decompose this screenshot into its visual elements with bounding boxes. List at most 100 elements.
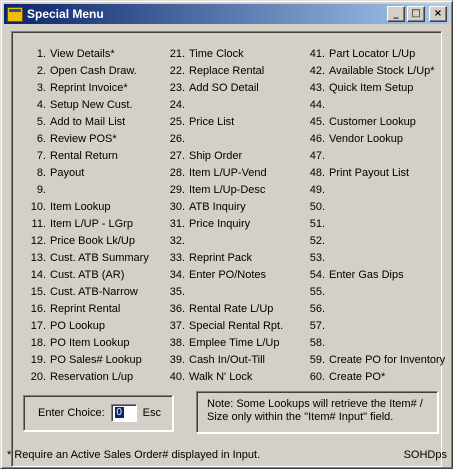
menu-item[interactable]: 9.	[26, 182, 162, 199]
menu-item-label: Print Payout List	[329, 167, 410, 179]
app-icon	[7, 6, 23, 22]
menu-item-label: Price List	[189, 116, 235, 128]
footnote-text: * Require an Active Sales Order# display…	[7, 449, 261, 461]
menu-item-label: Replace Rental	[189, 65, 265, 77]
menu-item-number: 24.	[169, 99, 185, 111]
menu-item[interactable]: 22. Replace Rental	[167, 63, 307, 80]
menu-item[interactable]: 55.	[307, 284, 447, 301]
menu-item[interactable]: 17. PO Lookup	[26, 318, 162, 335]
menu-item[interactable]: 19. PO Sales# Lookup	[26, 352, 162, 369]
title-bar[interactable]: Special Menu _ □ ×	[4, 4, 449, 24]
menu-item[interactable]: 56.	[307, 301, 447, 318]
menu-item[interactable]: 37. Special Rental Rpt.	[167, 318, 307, 335]
menu-item-number: 35.	[169, 286, 185, 298]
menu-item-label: Rental Rate L/Up	[189, 303, 274, 315]
menu-item[interactable]: 31. Price Inquiry	[167, 216, 307, 233]
menu-item[interactable]: 48. Print Payout List	[307, 165, 447, 182]
menu-item[interactable]: 18. PO Item Lookup	[26, 335, 162, 352]
menu-item[interactable]: 23. Add SO Detail	[167, 80, 307, 97]
menu-item-number: 15.	[30, 286, 46, 298]
menu-item[interactable]: 7. Rental Return	[26, 148, 162, 165]
menu-item-number: 2.	[36, 65, 46, 77]
menu-item[interactable]: 49.	[307, 182, 447, 199]
menu-item[interactable]: 15. Cust. ATB-Narrow	[26, 284, 162, 301]
menu-item-label: Ship Order	[189, 150, 243, 162]
menu-item[interactable]: 10. Item Lookup	[26, 199, 162, 216]
menu-item[interactable]: 46. Vendor Lookup	[307, 131, 447, 148]
menu-item-number: 25.	[169, 116, 185, 128]
menu-item[interactable]: 2. Open Cash Draw.	[26, 63, 162, 80]
menu-item[interactable]: 29. Item L/Up-Desc	[167, 182, 307, 199]
menu-item[interactable]: 24.	[167, 97, 307, 114]
menu-item[interactable]: 26.	[167, 131, 307, 148]
menu-item[interactable]: 44.	[307, 97, 447, 114]
menu-item-label: Special Rental Rpt.	[189, 320, 284, 332]
menu-item-label: Cust. ATB (AR)	[50, 269, 125, 281]
menu-item[interactable]: 41. Part Locator L/Up	[307, 46, 447, 63]
menu-item[interactable]: 60. Create PO*	[307, 369, 447, 386]
menu-item-label: Walk N' Lock	[189, 371, 253, 383]
menu-item[interactable]: 33. Reprint Pack	[167, 250, 307, 267]
menu-item-number: 31.	[169, 218, 185, 230]
menu-item[interactable]: 4. Setup New Cust.	[26, 97, 162, 114]
menu-item-label: Setup New Cust.	[50, 99, 133, 111]
esc-button[interactable]: Esc	[143, 407, 161, 419]
menu-item[interactable]: 27. Ship Order	[167, 148, 307, 165]
menu-item-number: 27.	[169, 150, 185, 162]
menu-item[interactable]: 39. Cash In/Out-Till	[167, 352, 307, 369]
menu-item[interactable]: 20. Reservation L/up	[26, 369, 162, 386]
menu-item-number: 43.	[309, 82, 325, 94]
menu-item-number: 59.	[309, 354, 325, 366]
menu-item[interactable]: 59. Create PO for Inventory	[307, 352, 447, 369]
menu-item[interactable]: 28. Item L/UP-Vend	[167, 165, 307, 182]
menu-item[interactable]: 54. Enter Gas Dips	[307, 267, 447, 284]
menu-item[interactable]: 43. Quick Item Setup	[307, 80, 447, 97]
menu-item-number: 23.	[169, 82, 185, 94]
menu-item[interactable]: 52.	[307, 233, 447, 250]
close-button[interactable]: ×	[429, 6, 447, 22]
menu-item[interactable]: 36. Rental Rate L/Up	[167, 301, 307, 318]
menu-item[interactable]: 12. Price Book Lk/Up	[26, 233, 162, 250]
menu-item[interactable]: 6. Review POS*	[26, 131, 162, 148]
menu-item-label: Create PO*	[329, 371, 386, 383]
menu-item-label: PO Sales# Lookup	[50, 354, 142, 366]
menu-item[interactable]: 11. Item L/UP - LGrp	[26, 216, 162, 233]
minimize-button[interactable]: _	[387, 6, 405, 22]
menu-item[interactable]: 53.	[307, 250, 447, 267]
menu-item[interactable]: 13. Cust. ATB Summary	[26, 250, 162, 267]
menu-item[interactable]: 5. Add to Mail List	[26, 114, 162, 131]
menu-item-number: 14.	[30, 269, 46, 281]
menu-item[interactable]: 42. Available Stock L/Up*	[307, 63, 447, 80]
choice-group: Enter Choice: 0 Esc	[23, 395, 173, 431]
menu-item[interactable]: 21. Time Clock	[167, 46, 307, 63]
menu-item[interactable]: 32.	[167, 233, 307, 250]
menu-item-number: 51.	[309, 218, 325, 230]
menu-item[interactable]: 25. Price List	[167, 114, 307, 131]
menu-item-label: Cust. ATB-Narrow	[50, 286, 138, 298]
window-title: Special Menu	[27, 7, 104, 21]
menu-item[interactable]: 58.	[307, 335, 447, 352]
menu-item[interactable]: 1. View Details*	[26, 46, 162, 63]
menu-item-number: 58.	[309, 337, 325, 349]
menu-item-label: PO Lookup	[50, 320, 106, 332]
menu-item[interactable]: 40. Walk N' Lock	[167, 369, 307, 386]
menu-item[interactable]: 50.	[307, 199, 447, 216]
menu-item[interactable]: 51.	[307, 216, 447, 233]
menu-item[interactable]: 38. Emplee Time L/Up	[167, 335, 307, 352]
menu-item[interactable]: 14. Cust. ATB (AR)	[26, 267, 162, 284]
choice-input[interactable]: 0	[110, 404, 137, 422]
menu-item-label: Reprint Rental	[50, 303, 121, 315]
maximize-button[interactable]: □	[407, 6, 425, 22]
menu-item[interactable]: 45. Customer Lookup	[307, 114, 447, 131]
menu-item-number: 37.	[169, 320, 185, 332]
menu-item-number: 49.	[309, 184, 325, 196]
menu-item[interactable]: 3. Reprint Invoice*	[26, 80, 162, 97]
menu-item[interactable]: 35.	[167, 284, 307, 301]
menu-item-label: Part Locator L/Up	[329, 48, 416, 60]
menu-item[interactable]: 30. ATB Inquiry	[167, 199, 307, 216]
menu-item[interactable]: 34. Enter PO/Notes	[167, 267, 307, 284]
menu-item[interactable]: 16. Reprint Rental	[26, 301, 162, 318]
menu-item[interactable]: 8. Payout	[26, 165, 162, 182]
menu-item[interactable]: 57.	[307, 318, 447, 335]
menu-item[interactable]: 47.	[307, 148, 447, 165]
